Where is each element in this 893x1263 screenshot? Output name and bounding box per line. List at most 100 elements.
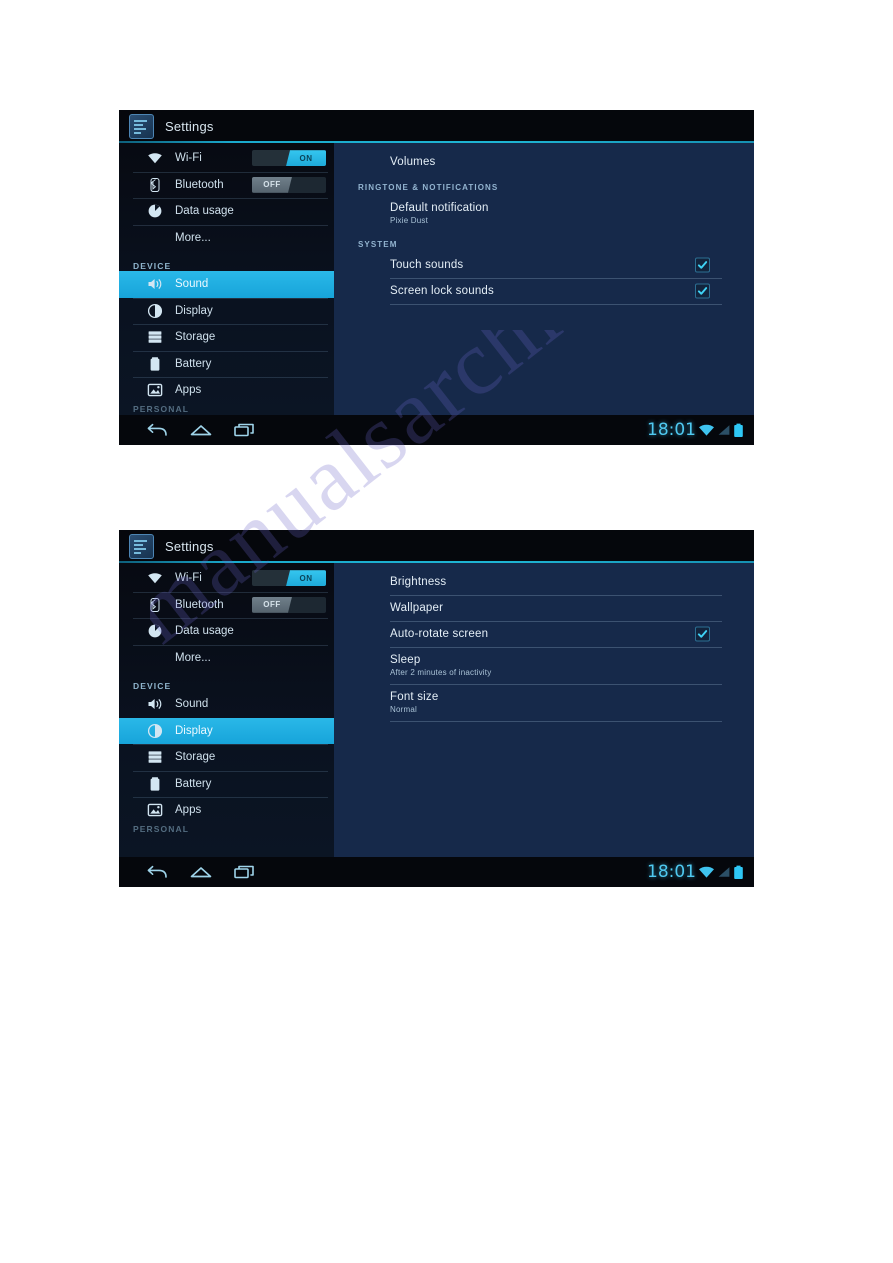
sidebar-item-label: Data usage xyxy=(175,625,234,638)
settings-sidebar: Wi-Fi ON Bluetooth OFF Data usage More... DEVI… xyxy=(119,143,334,415)
toggle-label: OFF xyxy=(252,176,292,193)
status-area[interactable]: 18:01 xyxy=(647,862,744,882)
setting-title: Touch sounds xyxy=(390,259,464,271)
action-bar: Settings xyxy=(119,110,754,143)
sidebar-item-data-usage[interactable]: Data usage xyxy=(119,198,334,225)
sidebar-item-display[interactable]: Display xyxy=(119,297,334,325)
sidebar-section-header: PERSONAL xyxy=(133,403,190,413)
sidebar-item-label: Display xyxy=(175,304,213,317)
app-title: Settings xyxy=(165,119,214,134)
setting-checkbox[interactable] xyxy=(695,283,710,299)
recents-icon[interactable] xyxy=(223,418,267,442)
sidebar-item-sound[interactable]: Sound xyxy=(119,271,334,298)
back-icon[interactable] xyxy=(135,860,179,884)
settings-sidebar: Wi-Fi ON Bluetooth OFF Data usage More... DEVI… xyxy=(119,563,334,857)
sidebar-item-more[interactable]: More... xyxy=(119,644,334,672)
status-clock: 18:01 xyxy=(647,862,696,882)
sidebar-item-wi-fi[interactable]: Wi-Fi ON xyxy=(119,145,334,172)
sidebar-item-storage[interactable]: Storage xyxy=(119,324,334,351)
bluetooth-toggle[interactable]: OFF xyxy=(252,596,326,613)
apps-icon xyxy=(147,382,163,398)
display-icon xyxy=(147,303,163,319)
sidebar-item-label: Battery xyxy=(175,357,212,370)
bluetooth-icon xyxy=(147,177,163,193)
setting-row[interactable]: Brightness xyxy=(390,569,732,595)
setting-subtitle: After 2 minutes of inactivity xyxy=(390,668,492,677)
setting-subtitle: Normal xyxy=(390,705,417,714)
sidebar-item-data-usage[interactable]: Data usage xyxy=(119,618,334,645)
bluetooth-toggle[interactable]: OFF xyxy=(252,176,326,193)
sidebar-section-header: DEVICE xyxy=(133,681,172,691)
navigation-bar: 18:01 xyxy=(119,415,754,445)
setting-row[interactable]: Auto-rotate screen xyxy=(390,621,732,647)
action-bar: Settings xyxy=(119,530,754,563)
sidebar-item-bluetooth[interactable]: Bluetooth OFF xyxy=(119,591,334,619)
sidebar-section-header: DEVICE xyxy=(133,261,172,271)
sidebar-item-storage[interactable]: Storage xyxy=(119,744,334,771)
content-trailing-divider xyxy=(390,304,732,305)
battery-status-icon xyxy=(733,423,744,438)
app-title: Settings xyxy=(165,539,214,554)
sidebar-item-label: Storage xyxy=(175,331,216,344)
setting-subtitle: Pixie Dust xyxy=(390,216,429,225)
setting-row[interactable]: Screen lock sounds xyxy=(390,278,732,304)
setting-row[interactable]: Volumes xyxy=(390,149,732,175)
setting-row[interactable]: Font size Normal xyxy=(390,684,732,721)
sidebar-item-label: Display xyxy=(175,724,213,737)
sidebar-item-label: Sound xyxy=(175,278,209,291)
sidebar-item-label: Wi-Fi xyxy=(175,152,202,165)
setting-title: Font size xyxy=(390,691,439,703)
setting-title: Brightness xyxy=(390,576,447,588)
wifi-status-icon xyxy=(698,865,715,879)
sidebar-item-sound[interactable]: Sound xyxy=(119,691,334,718)
sidebar-item-apps[interactable]: Apps xyxy=(119,797,334,824)
storage-icon xyxy=(147,749,163,765)
apps-icon xyxy=(147,802,163,818)
status-area[interactable]: 18:01 xyxy=(647,420,744,440)
home-icon[interactable] xyxy=(179,418,223,442)
wi-fi-toggle[interactable]: ON xyxy=(252,570,326,587)
setting-checkbox[interactable] xyxy=(695,257,710,273)
home-icon[interactable] xyxy=(179,860,223,884)
setting-row[interactable]: Sleep After 2 minutes of inactivity xyxy=(390,647,732,684)
setting-row[interactable]: Touch sounds xyxy=(390,252,732,278)
battery-icon xyxy=(147,356,163,372)
sidebar-item-wi-fi[interactable]: Wi-Fi ON xyxy=(119,565,334,592)
settings-body: Wi-Fi ON Bluetooth OFF Data usage More... DEVI… xyxy=(119,143,754,415)
display-icon xyxy=(147,723,163,739)
sidebar-item-display[interactable]: Display xyxy=(119,717,334,744)
setting-row[interactable]: Default notification Pixie Dust xyxy=(390,195,732,232)
setting-checkbox[interactable] xyxy=(695,626,710,642)
sidebar-item-label: Bluetooth xyxy=(175,598,224,611)
settings-content-pane: Volumes RINGTONE & NOTIFICATIONS Default n… xyxy=(334,143,754,415)
setting-title: Wallpaper xyxy=(390,602,444,614)
recents-icon[interactable] xyxy=(223,860,267,884)
sidebar-item-label: Wi-Fi xyxy=(175,572,202,585)
screenshot-display-settings: Settings Wi-Fi ON Bluetooth OFF Data usage Mor… xyxy=(119,530,754,887)
setting-title: Screen lock sounds xyxy=(390,285,494,297)
sidebar-item-battery[interactable]: Battery xyxy=(119,770,334,798)
toggle-label: OFF xyxy=(252,596,292,613)
back-icon[interactable] xyxy=(135,418,179,442)
setting-row[interactable]: Wallpaper xyxy=(390,595,732,621)
wifi-icon xyxy=(147,150,163,166)
content-trailing-divider xyxy=(390,721,732,722)
sidebar-item-label: Sound xyxy=(175,698,209,711)
navigation-bar: 18:01 xyxy=(119,857,754,887)
sidebar-item-battery[interactable]: Battery xyxy=(119,350,334,378)
sidebar-item-more[interactable]: More... xyxy=(119,224,334,252)
signal-status-icon xyxy=(717,423,731,437)
sidebar-item-label: Data usage xyxy=(175,205,234,218)
setting-title: Auto-rotate screen xyxy=(390,628,489,640)
data-usage-icon xyxy=(147,623,163,639)
sidebar-section-header: PERSONAL xyxy=(133,823,190,833)
content-section-header: SYSTEM xyxy=(358,240,398,249)
settings-app-icon[interactable] xyxy=(129,114,154,139)
settings-body: Wi-Fi ON Bluetooth OFF Data usage More... DEVI… xyxy=(119,563,754,857)
signal-status-icon xyxy=(717,865,731,879)
wi-fi-toggle[interactable]: ON xyxy=(252,150,326,167)
settings-app-icon[interactable] xyxy=(129,534,154,559)
storage-icon xyxy=(147,329,163,345)
sidebar-item-bluetooth[interactable]: Bluetooth OFF xyxy=(119,171,334,199)
sidebar-item-apps[interactable]: Apps xyxy=(119,377,334,404)
